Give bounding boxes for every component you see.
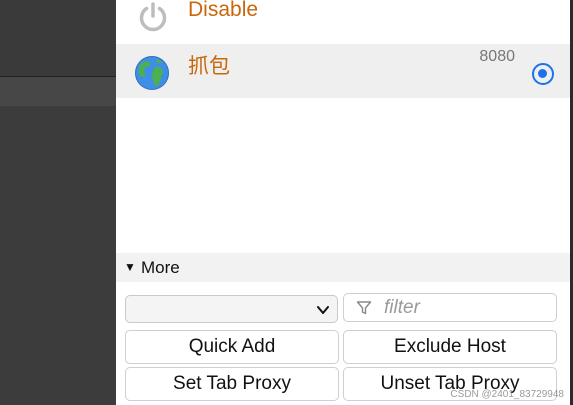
proxy-select[interactable] <box>125 295 338 323</box>
quick-add-button[interactable]: Quick Add <box>125 330 339 364</box>
proxy-popup: Disable 抓包 8080 ▼ More Quick Add Exclude… <box>116 0 570 405</box>
chevron-down-icon <box>317 306 329 314</box>
browser-toolbar-background <box>0 0 116 76</box>
browser-tab-strip-background <box>0 77 116 106</box>
watermark: CSDN @2401_83729948 <box>450 389 564 400</box>
proxy-item-capture[interactable]: 抓包 8080 <box>116 44 570 98</box>
proxy-item-disable[interactable]: Disable <box>116 0 570 44</box>
browser-page-background <box>0 106 116 405</box>
set-tab-proxy-button[interactable]: Set Tab Proxy <box>125 367 339 401</box>
proxy-name: 抓包 <box>188 55 230 78</box>
disclosure-triangle-icon: ▼ <box>124 260 136 274</box>
proxy-selected-radio[interactable] <box>532 63 554 85</box>
filter-input[interactable] <box>384 296 552 320</box>
filter-field[interactable] <box>343 293 557 322</box>
funnel-icon <box>356 301 372 315</box>
proxy-name: Disable <box>188 0 259 21</box>
exclude-host-button[interactable]: Exclude Host <box>343 330 557 364</box>
more-toggle[interactable]: ▼ More <box>116 253 570 282</box>
proxy-port: 8080 <box>479 48 515 65</box>
more-label: More <box>141 258 180 277</box>
power-icon <box>139 2 167 32</box>
globe-icon <box>135 56 169 90</box>
radio-dot <box>538 69 547 78</box>
